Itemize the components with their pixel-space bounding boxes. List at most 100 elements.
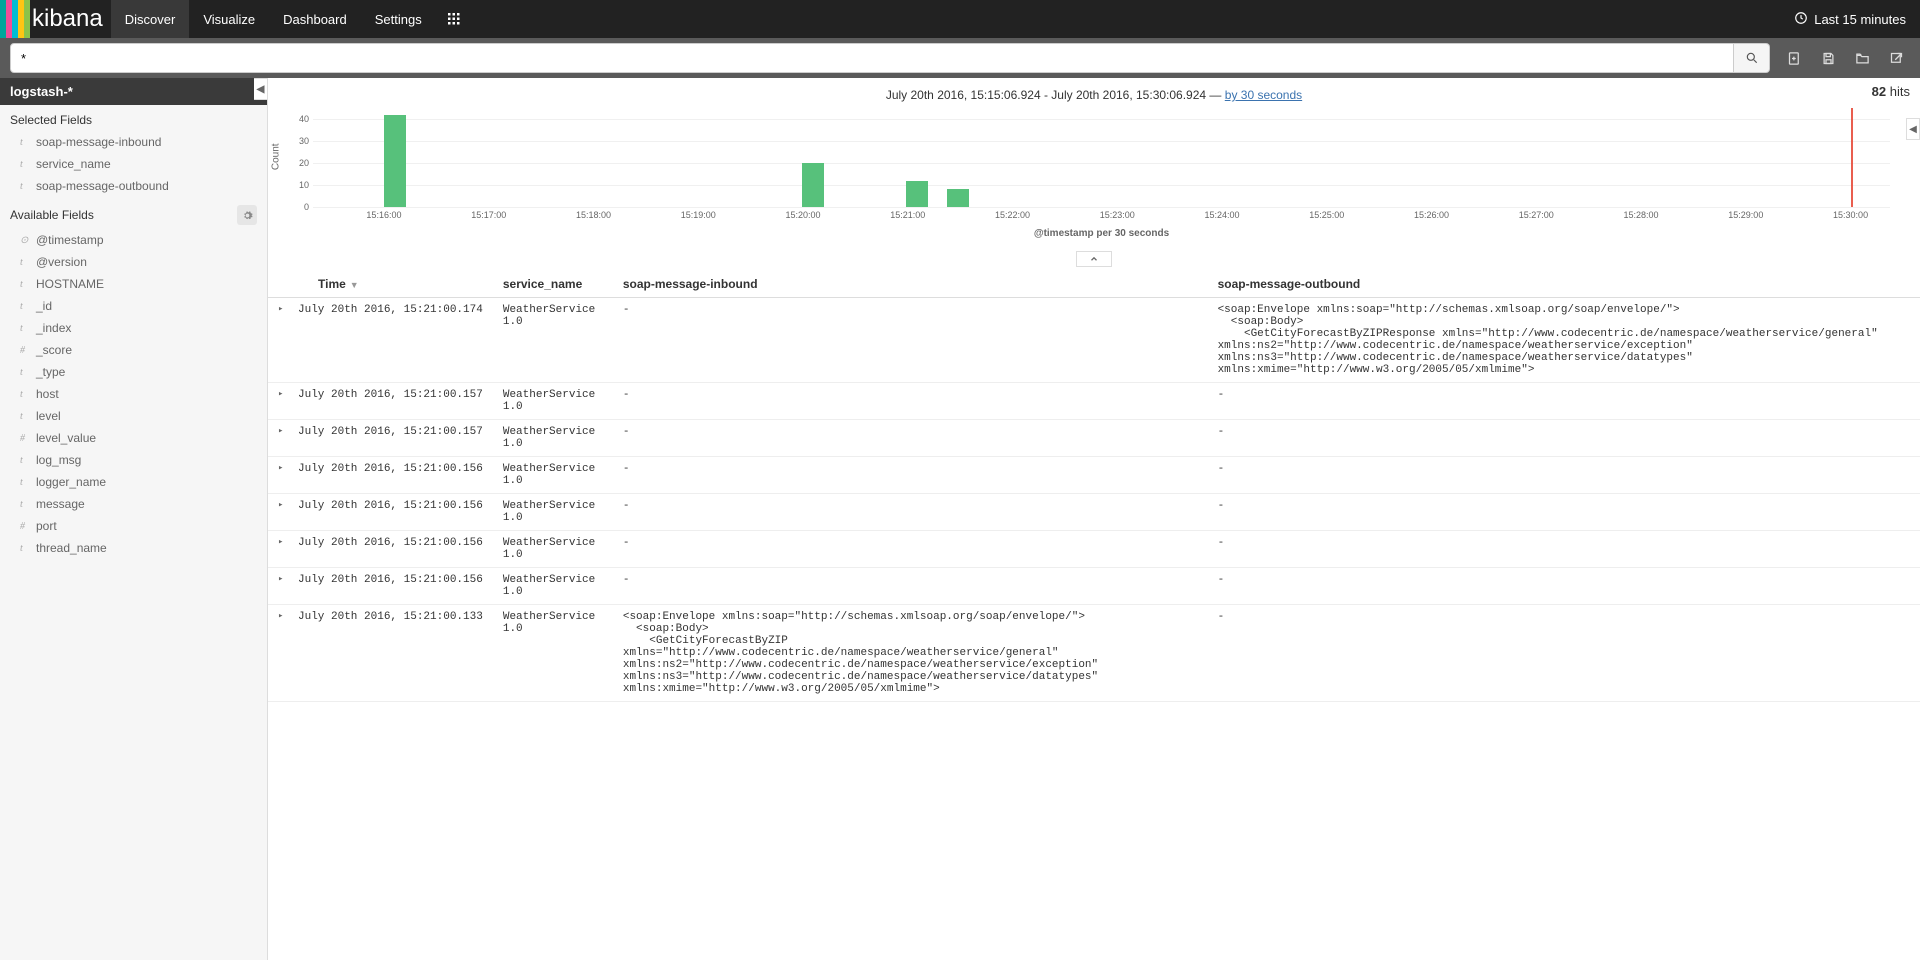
cell-outbound: - [1208, 568, 1920, 605]
field-type-icon: t [20, 323, 30, 334]
cell-outbound: - [1208, 383, 1920, 420]
cell-time: July 20th 2016, 15:21:00.157 [288, 383, 493, 420]
table-row: ▸July 20th 2016, 15:21:00.156WeatherServ… [268, 494, 1920, 531]
cell-inbound: - [613, 298, 1208, 383]
field-item[interactable]: #level_value [0, 427, 267, 449]
expand-row-icon[interactable]: ▸ [268, 298, 288, 383]
cell-service: WeatherService 1.0 [493, 531, 613, 568]
col-inbound[interactable]: soap-message-inbound [613, 271, 1208, 298]
chart-xtick: 15:30:00 [1833, 210, 1868, 220]
field-item[interactable]: thost [0, 383, 267, 405]
field-item[interactable]: t@version [0, 251, 267, 273]
nav-apps-icon[interactable] [436, 0, 472, 38]
logo[interactable]: kibana [0, 0, 111, 38]
field-item[interactable]: t service_name [0, 153, 267, 175]
expand-row-icon[interactable]: ▸ [268, 568, 288, 605]
chart-xtick: 15:24:00 [1204, 210, 1239, 220]
new-search-icon[interactable] [1780, 44, 1808, 72]
index-pattern-name: logstash-* [10, 84, 73, 99]
table-collapse [268, 247, 1920, 271]
expand-row-icon[interactable]: ▸ [268, 494, 288, 531]
chart-xtick: 15:17:00 [471, 210, 506, 220]
field-name: service_name [36, 157, 111, 171]
table-row: ▸July 20th 2016, 15:21:00.174WeatherServ… [268, 298, 1920, 383]
expand-row-icon[interactable]: ▸ [268, 383, 288, 420]
field-item[interactable]: tmessage [0, 493, 267, 515]
chart-xtick: 15:22:00 [995, 210, 1030, 220]
field-item[interactable]: t_type [0, 361, 267, 383]
field-item[interactable]: tlevel [0, 405, 267, 427]
open-search-icon[interactable] [1848, 44, 1876, 72]
field-item[interactable]: tthread_name [0, 537, 267, 559]
cell-service: WeatherService 1.0 [493, 420, 613, 457]
chart-bar[interactable] [802, 163, 824, 207]
cell-inbound: - [613, 383, 1208, 420]
expand-row-icon[interactable]: ▸ [268, 420, 288, 457]
field-item[interactable]: tHOSTNAME [0, 273, 267, 295]
field-type-icon: t [20, 477, 30, 488]
time-picker[interactable]: Last 15 minutes [1780, 0, 1920, 38]
chart-xtick: 15:28:00 [1624, 210, 1659, 220]
nav-visualize[interactable]: Visualize [189, 0, 269, 38]
available-fields-list: ⊙@timestampt@versiontHOSTNAMEt_idt_index… [0, 229, 267, 559]
field-item[interactable]: tlogger_name [0, 471, 267, 493]
table-row: ▸July 20th 2016, 15:21:00.133WeatherServ… [268, 605, 1920, 702]
nav-settings[interactable]: Settings [361, 0, 436, 38]
cell-outbound: - [1208, 494, 1920, 531]
chart-xtick: 15:16:00 [366, 210, 401, 220]
search-input[interactable] [10, 43, 1734, 73]
field-type-icon: t [20, 543, 30, 554]
cell-time: July 20th 2016, 15:21:00.174 [288, 298, 493, 383]
field-item[interactable]: t_id [0, 295, 267, 317]
cell-time: July 20th 2016, 15:21:00.156 [288, 531, 493, 568]
fields-settings-icon[interactable] [237, 205, 257, 225]
expand-row-icon[interactable]: ▸ [268, 457, 288, 494]
chart-xticks: 15:16:0015:17:0015:18:0015:19:0015:20:00… [313, 208, 1890, 224]
field-item[interactable]: tlog_msg [0, 449, 267, 471]
table-row: ▸July 20th 2016, 15:21:00.157WeatherServ… [268, 383, 1920, 420]
chart-bar[interactable] [384, 115, 406, 207]
field-item[interactable]: #port [0, 515, 267, 537]
expand-row-icon[interactable]: ▸ [268, 531, 288, 568]
index-pattern-header[interactable]: logstash-* ◀ [0, 78, 267, 105]
expand-row-icon[interactable]: ▸ [268, 605, 288, 702]
interval-link[interactable]: by 30 seconds [1225, 88, 1302, 102]
field-item[interactable]: tsoap-message-inbound [0, 131, 267, 153]
nav-dashboard[interactable]: Dashboard [269, 0, 361, 38]
save-search-icon[interactable] [1814, 44, 1842, 72]
table-row: ▸July 20th 2016, 15:21:00.156WeatherServ… [268, 457, 1920, 494]
cell-outbound: - [1208, 531, 1920, 568]
nav-discover[interactable]: Discover [111, 0, 190, 38]
col-outbound[interactable]: soap-message-outbound [1208, 271, 1920, 298]
search-icon [1745, 51, 1759, 65]
nav-items: Discover Visualize Dashboard Settings [111, 0, 472, 38]
field-item[interactable]: t_index [0, 317, 267, 339]
col-service-name[interactable]: service_name [493, 271, 613, 298]
cell-service: WeatherService 1.0 [493, 298, 613, 383]
cell-service: WeatherService 1.0 [493, 605, 613, 702]
col-time[interactable]: Time▼ [288, 271, 493, 298]
toolbar-icons [1780, 44, 1910, 72]
field-item[interactable]: #_score [0, 339, 267, 361]
field-type-icon: t [20, 159, 30, 170]
logo-stripes [0, 0, 30, 38]
chevron-up-icon[interactable] [1076, 251, 1112, 267]
chart-area[interactable]: 010203040 [313, 108, 1890, 208]
selected-fields-list: tsoap-message-inbound t service_name tsoap-… [0, 131, 267, 197]
chart-collapse-icon[interactable]: ◀ [1906, 118, 1920, 140]
chart-ytick: 20 [299, 158, 309, 168]
cell-service: WeatherService 1.0 [493, 383, 613, 420]
field-item[interactable]: ⊙@timestamp [0, 229, 267, 251]
share-icon[interactable] [1882, 44, 1910, 72]
chart-bar[interactable] [906, 181, 928, 207]
field-name: soap-message-outbound [36, 179, 169, 193]
chart-bar[interactable] [947, 189, 969, 207]
search-container [10, 43, 1770, 73]
cell-service: WeatherService 1.0 [493, 494, 613, 531]
sidebar-collapse-icon[interactable]: ◀ [254, 78, 268, 100]
date-range: July 20th 2016, 15:15:06.924 - July 20th… [886, 88, 1206, 102]
field-item[interactable]: tsoap-message-outbound [0, 175, 267, 197]
cell-time: July 20th 2016, 15:21:00.156 [288, 494, 493, 531]
search-button[interactable] [1734, 43, 1770, 73]
chart-ytick: 0 [304, 202, 309, 212]
